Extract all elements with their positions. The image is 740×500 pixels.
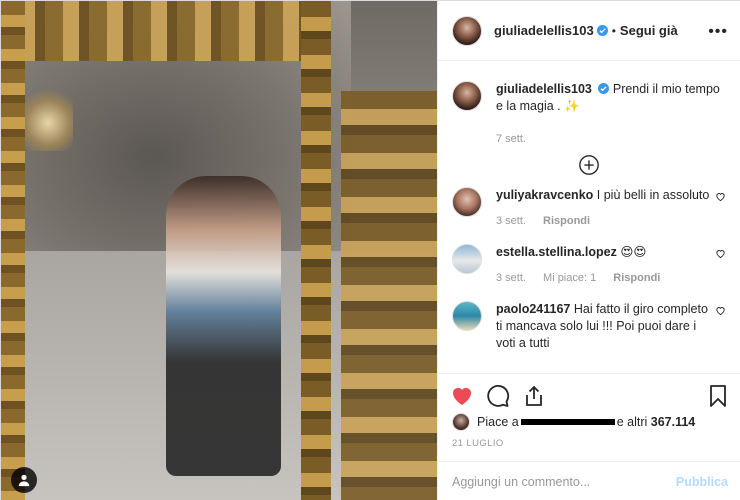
comment-bubble-icon[interactable] (486, 384, 510, 408)
comment-text: I più belli in assoluto (596, 188, 710, 202)
publish-button[interactable]: Pubblica (676, 475, 728, 489)
comment-avatar[interactable] (452, 187, 482, 217)
share-upload-icon[interactable] (522, 384, 546, 408)
caption-meta: 7 sett. (496, 131, 726, 148)
liker-avatar[interactable] (452, 413, 470, 431)
comment-body: paolo241167 Hai fatto il giro completo t… (496, 301, 715, 352)
post-header: giuliadelellis103 • Segui già ••• (438, 1, 740, 61)
comment-meta: 3 sett. Rispondi (496, 213, 715, 230)
user-tag-icon (18, 474, 30, 487)
plus-circle-icon (579, 155, 599, 175)
comment-like-heart-icon[interactable] (715, 305, 726, 316)
post-actions-bar (438, 373, 740, 417)
post-photo[interactable] (1, 1, 437, 500)
comment-username[interactable]: yuliyakravcenko (496, 188, 593, 202)
add-comment-form: Pubblica (438, 461, 740, 500)
photo-mirror-frame-top (1, 1, 331, 61)
comment-avatar[interactable] (452, 301, 482, 331)
comment-time[interactable]: 3 sett. (496, 215, 526, 227)
more-options-icon[interactable]: ••• (708, 23, 728, 41)
redacted-username (520, 419, 615, 425)
caption-body: giuliadelellis103 Prendi il mio tempo e … (496, 81, 726, 148)
photo-mirror-frame-right (301, 1, 331, 500)
heart-filled-icon[interactable] (450, 384, 474, 408)
comment-username[interactable]: estella.stellina.lopez (496, 245, 617, 259)
user-tag-button[interactable] (11, 467, 37, 493)
comment-like-heart-icon[interactable] (715, 191, 726, 202)
comment-input[interactable] (452, 474, 676, 489)
comment-body: yuliyakravcenko I più belli in assoluto … (496, 187, 715, 230)
post-date[interactable]: 21 LUGLIO (452, 438, 504, 449)
verified-badge-icon (598, 83, 610, 94)
comment-row: estella.stellina.lopez 😍😍 3 sett. Mi pia… (452, 244, 726, 287)
caption-time[interactable]: 7 sett. (496, 133, 526, 145)
comment-reply-button[interactable]: Rispondi (543, 215, 590, 227)
caption-author-avatar[interactable] (452, 81, 482, 111)
comment-username[interactable]: paolo241167 (496, 302, 570, 316)
photo-couple (166, 176, 281, 476)
likes-summary: Piace a e altri 367.114 (452, 413, 732, 431)
follow-status-button[interactable]: Segui già (620, 23, 678, 38)
likes-prefix: Piace a (477, 415, 519, 429)
post-side-panel: giuliadelellis103 • Segui già ••• giulia… (437, 1, 740, 500)
author-username[interactable]: giuliadelellis103 (494, 23, 594, 38)
comment-meta: 3 sett. Mi piace: 1 Rispondi (496, 270, 715, 287)
photo-mirror-frame-left (1, 1, 25, 500)
comment-row: yuliyakravcenko I più belli in assoluto … (452, 187, 726, 230)
header-separator-dot: • (611, 23, 616, 38)
verified-badge-icon (596, 25, 608, 36)
bookmark-icon[interactable] (706, 384, 730, 408)
comment-likes-count[interactable]: Mi piace: 1 (543, 272, 596, 284)
comment-body: estella.stellina.lopez 😍😍 3 sett. Mi pia… (496, 244, 715, 287)
comment-avatar[interactable] (452, 244, 482, 274)
photo-second-mirror (341, 91, 437, 500)
comment-text: 😍😍 (620, 245, 647, 259)
comments-list[interactable]: giuliadelellis103 Prendi il mio tempo e … (438, 61, 740, 373)
comment-time[interactable]: 3 sett. (496, 272, 526, 284)
caption-author-username[interactable]: giuliadelellis103 (496, 82, 592, 96)
post-container: giuliadelellis103 • Segui già ••• giulia… (0, 0, 740, 500)
photo-chandelier (23, 81, 73, 151)
comment-row: paolo241167 Hai fatto il giro completo t… (452, 301, 726, 352)
likes-count[interactable]: 367.114 (651, 415, 696, 429)
likes-suffix: e altri (616, 415, 648, 429)
caption-emoji: ✨ (564, 99, 580, 113)
comment-like-heart-icon[interactable] (715, 248, 726, 259)
caption-row: giuliadelellis103 Prendi il mio tempo e … (452, 81, 726, 148)
comment-reply-button[interactable]: Rispondi (613, 272, 660, 284)
author-avatar[interactable] (452, 15, 482, 46)
load-more-comments-button[interactable] (452, 154, 726, 179)
